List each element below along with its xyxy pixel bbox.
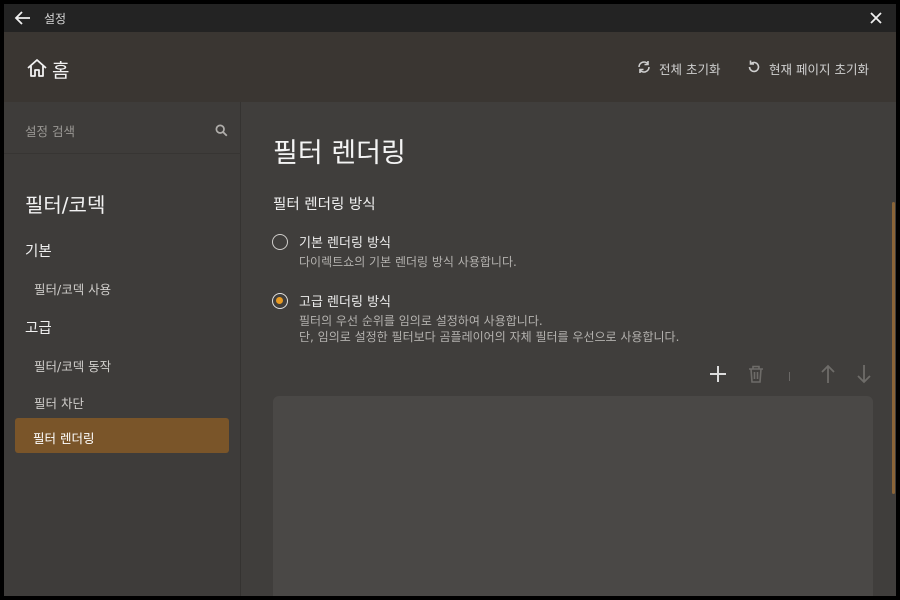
refresh-icon [636, 59, 659, 78]
sidebar-category: 필터/코덱 [25, 193, 106, 217]
reset-page-label: 현재 페이지 초기화 [769, 62, 869, 77]
page-title: 필터 렌더링 [273, 138, 406, 169]
sidebar: 설정 검색 필터/코덱 기본 필터/코덱 사용 고급 필터/코덱 동작 필터 차… [4, 102, 241, 596]
sidebar-item-filter-codec-behavior[interactable]: 필터/코덱 동작 [34, 356, 111, 375]
plus-icon[interactable] [708, 364, 728, 388]
radio-button-selected[interactable] [272, 292, 288, 309]
reset-page-button[interactable]: 현재 페이지 초기화 [746, 59, 869, 78]
main-content: 필터 렌더링 필터 렌더링 방식 기본 렌더링 방식 다이렉트쇼의 기본 렌더링… [242, 102, 896, 596]
home-label: 홈 [52, 60, 70, 82]
back-arrow-icon[interactable] [14, 10, 32, 26]
advanced-rendering-option[interactable]: 고급 렌더링 방식 [272, 291, 391, 310]
option-label: 기본 렌더링 방식 [299, 236, 391, 251]
option-description-line-2: 단, 임의로 설정한 필터보다 곰플레이어의 자체 필터를 우선으로 사용합니다… [299, 330, 680, 344]
sidebar-group-basic: 기본 [25, 244, 52, 260]
arrow-up-icon [820, 364, 836, 388]
option-label: 고급 렌더링 방식 [299, 295, 391, 310]
reset-all-button[interactable]: 전체 초기화 [636, 59, 720, 78]
reset-icon [746, 59, 769, 78]
sidebar-item-filter-rendering[interactable]: 필터 렌더링 [15, 418, 229, 453]
section-title: 필터 렌더링 방식 [273, 197, 376, 213]
sidebar-item-filter-block[interactable]: 필터 차단 [34, 393, 84, 412]
title-bar: 설정 [4, 4, 896, 32]
reset-all-label: 전체 초기화 [659, 62, 721, 77]
home-icon [26, 58, 48, 82]
trash-icon [747, 364, 765, 388]
toolbar-divider [789, 372, 790, 381]
settings-header: 홈 전체 초기화 현재 페이지 초기화 [4, 32, 896, 102]
option-description-line-1: 필터의 우선 순위를 임의로 설정하여 사용합니다. [299, 314, 543, 328]
search-box[interactable]: 설정 검색 [4, 102, 241, 154]
sidebar-group-advanced: 고급 [25, 321, 52, 337]
close-icon[interactable] [868, 10, 884, 26]
basic-rendering-option[interactable]: 기본 렌더링 방식 [272, 232, 391, 251]
search-icon[interactable] [215, 122, 228, 141]
scrollbar[interactable] [892, 202, 895, 494]
option-description: 다이렉트쇼의 기본 렌더링 방식 사용합니다. [299, 255, 517, 269]
search-input[interactable]: 설정 검색 [25, 121, 75, 140]
window-title: 설정 [44, 12, 67, 26]
sidebar-item-filter-codec-use[interactable]: 필터/코덱 사용 [34, 279, 111, 298]
home-button[interactable]: 홈 [26, 56, 69, 83]
radio-button[interactable] [272, 233, 288, 250]
filter-list[interactable] [273, 396, 873, 596]
settings-window: 설정 홈 전체 초기화 현재 페이지 초기화 설정 검색 필터/코덱 기본 필터… [4, 4, 896, 596]
sidebar-item-label: 필터 렌더링 [33, 431, 95, 446]
arrow-down-icon [856, 364, 872, 388]
